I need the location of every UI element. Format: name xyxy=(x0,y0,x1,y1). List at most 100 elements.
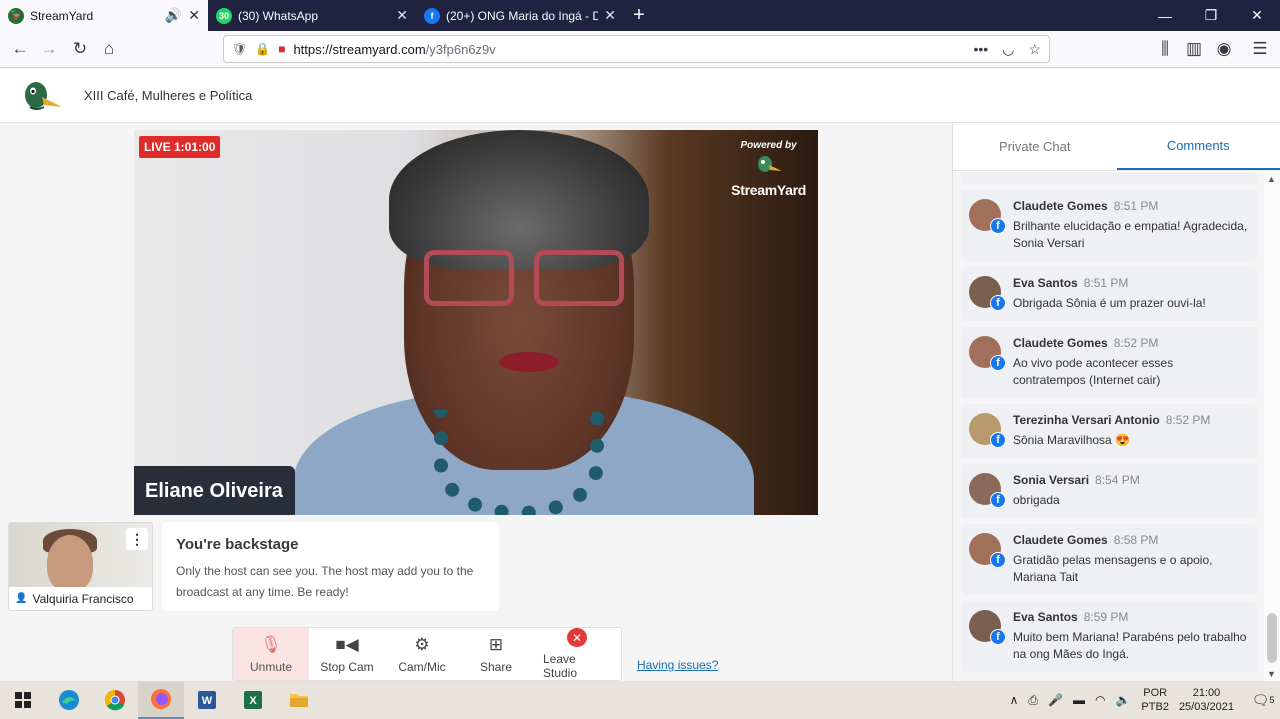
facebook-icon: f xyxy=(990,355,1006,371)
bookmark-star-icon[interactable]: ☆ xyxy=(1028,41,1041,58)
speaker-necklace xyxy=(434,410,604,515)
broadcast-title: XIII Café, Mulheres e Política xyxy=(84,88,253,103)
account-icon[interactable]: ◉ xyxy=(1212,37,1236,61)
comment-item: f Claudete Gomes 8:58 PM Gratidão pelas men… xyxy=(961,524,1257,595)
facebook-icon: f xyxy=(990,629,1006,645)
live-badge: LIVE 1:01:00 xyxy=(139,136,221,158)
having-issues-link[interactable]: Having issues? xyxy=(637,658,718,672)
clock[interactable]: 21:00 25/03/2021 xyxy=(1179,686,1234,714)
tab-facebook[interactable]: f (20+) ONG Maria do Ingá - Dire ✕ xyxy=(416,0,624,31)
tab-whatsapp[interactable]: 30 (30) WhatsApp ✕ xyxy=(208,0,416,31)
chat-tabs: Private Chat Comments xyxy=(953,123,1280,171)
camera-sharing-icon[interactable]: ■ xyxy=(278,42,285,56)
camera-icon: ■◀ xyxy=(335,634,359,654)
volume-icon[interactable]: 🔈 xyxy=(1115,693,1130,707)
speaker-icon[interactable]: 🔊 xyxy=(165,7,182,24)
streamyard-logo-icon[interactable] xyxy=(22,79,64,113)
comment-text: Sônia Maravilhosa 😍 xyxy=(1013,433,1130,447)
close-tab-icon[interactable]: ✕ xyxy=(396,7,408,24)
edge-icon[interactable] xyxy=(46,681,92,719)
whatsapp-icon: 30 xyxy=(216,7,232,24)
maximize-icon[interactable]: ❐ xyxy=(1188,0,1234,31)
speaker-lips xyxy=(499,352,559,372)
cam-mic-label: Cam/Mic xyxy=(398,659,446,674)
list-item xyxy=(961,172,1257,184)
notifications-icon[interactable]: 🗨 5 xyxy=(1246,692,1280,709)
more-options-icon[interactable]: ⋮ xyxy=(126,528,148,550)
forward-icon[interactable]: → xyxy=(37,37,61,61)
language-code: POR xyxy=(1143,687,1168,699)
comments-list[interactable]: f Claudete Gomes 8:51 PM Brilhante elucidaç… xyxy=(953,172,1265,681)
sidebar-icon[interactable]: ▥ xyxy=(1182,37,1206,61)
show-hidden-icons-icon[interactable]: ∧ xyxy=(1010,693,1019,707)
close-tab-icon[interactable]: ✕ xyxy=(188,7,200,24)
facebook-icon: f xyxy=(990,492,1006,508)
facebook-icon: f xyxy=(424,7,440,24)
close-window-icon[interactable]: ✕ xyxy=(1234,0,1280,31)
comment-author: Claudete Gomes xyxy=(1013,336,1108,350)
browser-tab-bar: 🦆 StreamYard 🔊 ✕ 30 (30) WhatsApp ✕ f (2… xyxy=(0,0,1280,31)
cam-mic-settings-button[interactable]: ⚙ Cam/Mic xyxy=(385,628,459,680)
url-path: /y3fp6n6z9v xyxy=(425,41,496,57)
close-circle-icon: ✕ xyxy=(567,628,587,647)
comment-author: Eva Santos xyxy=(1013,276,1078,290)
leave-studio-button[interactable]: ✕ Leave Studio xyxy=(533,628,621,680)
excel-icon[interactable]: X xyxy=(230,681,276,719)
home-icon[interactable]: ⌂ xyxy=(97,37,121,61)
tab-title: (30) WhatsApp xyxy=(238,8,319,23)
comment-time: 8:54 PM xyxy=(1095,473,1140,487)
menu-icon[interactable]: ☰ xyxy=(1248,37,1272,61)
share-label: Share xyxy=(479,659,513,674)
more-actions-icon[interactable]: ••• xyxy=(974,41,989,58)
battery-icon[interactable]: ▬ xyxy=(1073,693,1085,707)
unmute-button[interactable]: 🎙 Unmute xyxy=(233,628,309,680)
minimize-icon[interactable]: — xyxy=(1142,0,1188,31)
scrollbar-thumb[interactable] xyxy=(1267,613,1277,663)
svg-text:X: X xyxy=(249,695,257,707)
close-tab-icon[interactable]: ✕ xyxy=(604,7,616,24)
comments-scrollbar[interactable]: ▲ ▼ xyxy=(1264,172,1280,681)
stop-cam-label: Stop Cam xyxy=(320,659,374,674)
firefox-icon[interactable] xyxy=(138,681,184,719)
meet-now-icon[interactable]: ⎙ xyxy=(1028,693,1038,708)
library-icon[interactable]: ⫼ xyxy=(1153,37,1177,61)
new-tab-button[interactable]: + xyxy=(624,0,654,31)
share-button[interactable]: ⊞ Share xyxy=(459,628,533,680)
powered-by-label: Powered by xyxy=(740,140,797,151)
comment-item: f Terezinha Versari Antonio 8:52 PM Sônia M… xyxy=(961,404,1257,458)
tab-comments[interactable]: Comments xyxy=(1116,123,1280,170)
tab-title: (20+) ONG Maria do Ingá - Dire xyxy=(446,8,599,23)
comment-text: obrigada xyxy=(1013,493,1060,507)
comment-item: f Claudete Gomes 8:51 PM Brilhante elucidaç… xyxy=(961,190,1257,261)
reload-icon[interactable]: ↻ xyxy=(68,37,92,61)
chat-panel: Private Chat Comments f Claudete Gomes 8:5… xyxy=(952,123,1280,681)
scroll-up-icon[interactable]: ▲ xyxy=(1267,174,1276,184)
shield-icon[interactable]: 🛡 xyxy=(232,42,247,56)
file-explorer-icon[interactable] xyxy=(276,681,322,719)
lock-icon[interactable]: 🔒 xyxy=(255,42,270,56)
tab-streamyard[interactable]: 🦆 StreamYard 🔊 ✕ xyxy=(0,0,208,31)
avatar: f xyxy=(969,473,1006,508)
word-icon[interactable]: W xyxy=(184,681,230,719)
facebook-icon: f xyxy=(990,552,1006,568)
notification-count: 5 xyxy=(1269,695,1275,705)
comment-item: f Eva Santos 8:59 PM Muito bem Mariana! Par… xyxy=(961,601,1257,672)
wifi-icon[interactable]: ◠ xyxy=(1095,693,1105,707)
tab-private-chat[interactable]: Private Chat xyxy=(953,123,1117,170)
windows-start-icon[interactable] xyxy=(0,681,46,719)
url-bar[interactable]: 🛡 🔒 ■ https://streamyard.com /y3fp6n6z9v… xyxy=(223,35,1050,63)
avatar: f xyxy=(969,276,1006,311)
input-language[interactable]: POR PTB2 xyxy=(1141,686,1169,714)
facebook-icon: f xyxy=(990,218,1006,234)
pocket-icon[interactable]: ◡ xyxy=(1002,41,1014,58)
powered-by-badge: Powered by StreamYard xyxy=(731,140,806,198)
chrome-icon[interactable] xyxy=(92,681,138,719)
backstage-participant-tile[interactable]: ⋮ 👤 Valquiria Francisco xyxy=(8,522,153,611)
microphone-icon[interactable]: 🎤 xyxy=(1048,693,1063,707)
stop-cam-button[interactable]: ■◀ Stop Cam xyxy=(309,628,385,680)
avatar: f xyxy=(969,533,1006,568)
scroll-down-icon[interactable]: ▼ xyxy=(1267,669,1276,679)
facebook-icon: f xyxy=(990,432,1006,448)
back-icon[interactable]: ← xyxy=(8,37,32,61)
comment-text: Muito bem Mariana! Parabéns pelo trabalh… xyxy=(1013,630,1247,661)
